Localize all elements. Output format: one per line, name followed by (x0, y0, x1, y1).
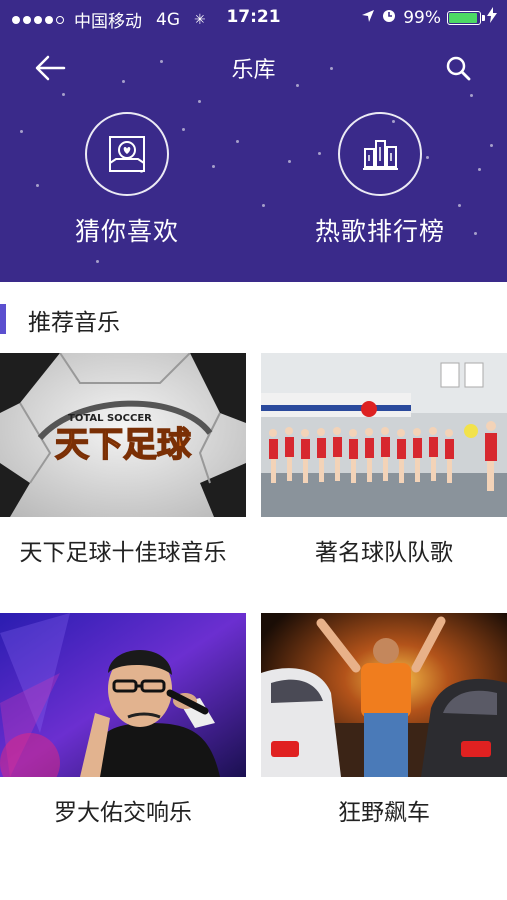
playlist-caption: 天下足球十佳球音乐 (19, 540, 227, 566)
playlist-card-wild-racing[interactable]: 狂野飙车 (261, 613, 507, 827)
guess-you-like-button[interactable]: 猜你喜欢 (27, 112, 227, 248)
playlist-caption: 罗大佑交响乐 (54, 800, 192, 826)
playlist-caption: 狂野飙车 (338, 800, 430, 826)
header-banner: 中国移动 4G ✳ 17:21 99% 乐库 猜你喜欢 热歌排行榜 (0, 0, 507, 282)
charging-bolt-icon (487, 7, 497, 28)
heart-box-icon (85, 112, 169, 196)
cover-small-text: TOTAL SOCCER (68, 413, 152, 424)
battery-icon (447, 10, 485, 25)
section-accent-bar (0, 304, 6, 334)
battery-percent: 99% (403, 7, 441, 28)
hot-chart-button[interactable]: 热歌排行榜 (280, 112, 480, 248)
location-arrow-icon (361, 8, 375, 28)
cover-big-text: 天下足球 (55, 425, 192, 465)
search-icon[interactable] (443, 50, 475, 86)
playlist-cover-soccer: TOTAL SOCCER 天下足球 (0, 353, 246, 517)
recommended-section-header: 推荐音乐 (0, 300, 507, 338)
playlist-card-total-soccer[interactable]: TOTAL SOCCER 天下足球 天下足球十佳球音乐 (0, 353, 246, 567)
page-title: 乐库 (231, 58, 276, 83)
playlist-card-luo-dayou[interactable]: 罗大佑交响乐 (0, 613, 246, 827)
alarm-clock-icon (381, 7, 397, 28)
playlist-cover-team (261, 353, 507, 517)
ranking-bars-icon (338, 112, 422, 196)
hot-chart-label: 热歌排行榜 (314, 217, 445, 246)
playlist-card-team-anthems[interactable]: 著名球队队歌 (261, 353, 507, 567)
section-title: 推荐音乐 (28, 310, 120, 336)
status-bar: 中国移动 4G ✳ 17:21 99% (0, 0, 507, 34)
nav-bar: 乐库 (0, 40, 507, 94)
guess-you-like-label: 猜你喜欢 (74, 217, 179, 246)
playlist-cover-concert (0, 613, 246, 777)
playlist-cover-racing (261, 613, 507, 777)
playlist-caption: 著名球队队歌 (315, 540, 453, 566)
